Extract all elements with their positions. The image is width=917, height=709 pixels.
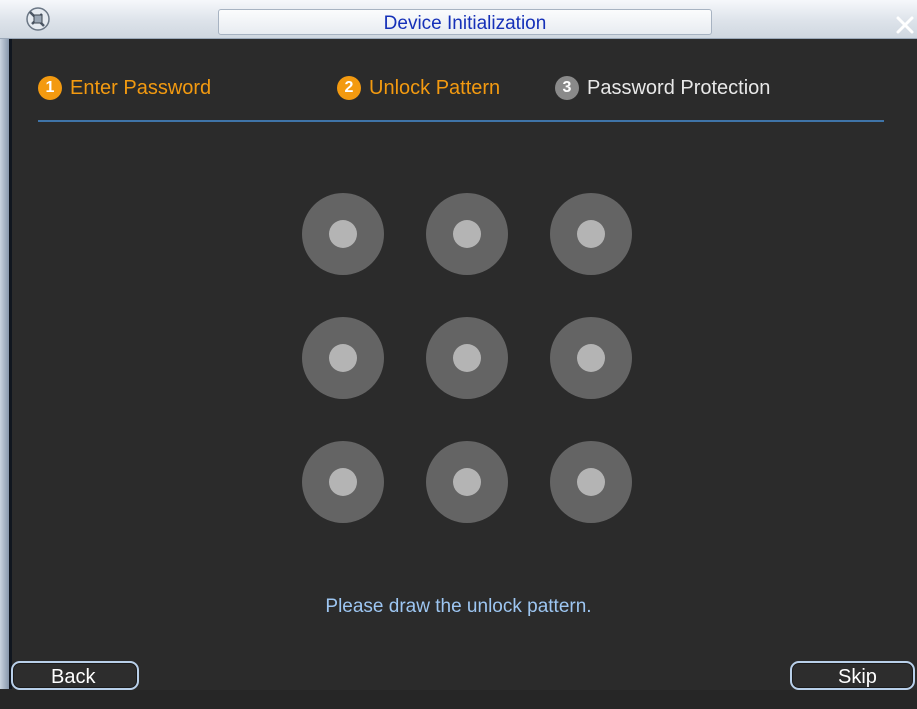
step-enter-password: 1 Enter Password [38,74,211,102]
pattern-dot-center [453,468,481,496]
back-button[interactable]: Back [11,661,139,690]
pattern-dot-center [577,468,605,496]
pattern-dot-center [577,344,605,372]
skip-button-label: Skip [838,666,877,688]
pattern-dot-7[interactable] [302,441,384,523]
pattern-dot-center [329,344,357,372]
pattern-dot-center [329,468,357,496]
step-number-2: 2 [337,76,361,100]
pattern-hint-text: Please draw the unlock pattern. [325,596,592,617]
step-password-protection: 3 Password Protection [555,74,770,102]
device-initialization-window: Device Initialization 1 Enter Password 2… [0,0,917,709]
window-title: Device Initialization [383,13,547,34]
back-button-label: Back [51,666,96,688]
pattern-dot-8[interactable] [426,441,508,523]
pattern-dot-center [453,220,481,248]
pattern-dot-center [577,220,605,248]
pattern-dot-3[interactable] [550,193,632,275]
step-unlock-pattern: 2 Unlock Pattern [337,74,500,102]
step-number-1: 1 [38,76,62,100]
skip-button[interactable]: Skip [790,661,915,690]
close-icon[interactable] [894,14,916,36]
step-number-3: 3 [555,76,579,100]
window-left-frame [0,39,9,689]
title-bar: Device Initialization [0,0,917,39]
pattern-dot-9[interactable] [550,441,632,523]
unlock-pattern-grid[interactable] [302,193,632,523]
step-label-password-protection: Password Protection [587,76,771,99]
step-label-enter-password: Enter Password [70,76,212,99]
title-box: Device Initialization [218,9,712,35]
window-left-frame-shadow [9,39,12,689]
camera-icon [26,7,50,31]
pattern-dot-6[interactable] [550,317,632,399]
pattern-dot-1[interactable] [302,193,384,275]
pattern-dot-2[interactable] [426,193,508,275]
bottom-frame [0,690,917,709]
steps-divider [38,120,884,122]
pattern-dot-center [329,220,357,248]
pattern-dot-4[interactable] [302,317,384,399]
pattern-dot-5[interactable] [426,317,508,399]
step-label-unlock-pattern: Unlock Pattern [369,76,501,99]
pattern-dot-center [453,344,481,372]
